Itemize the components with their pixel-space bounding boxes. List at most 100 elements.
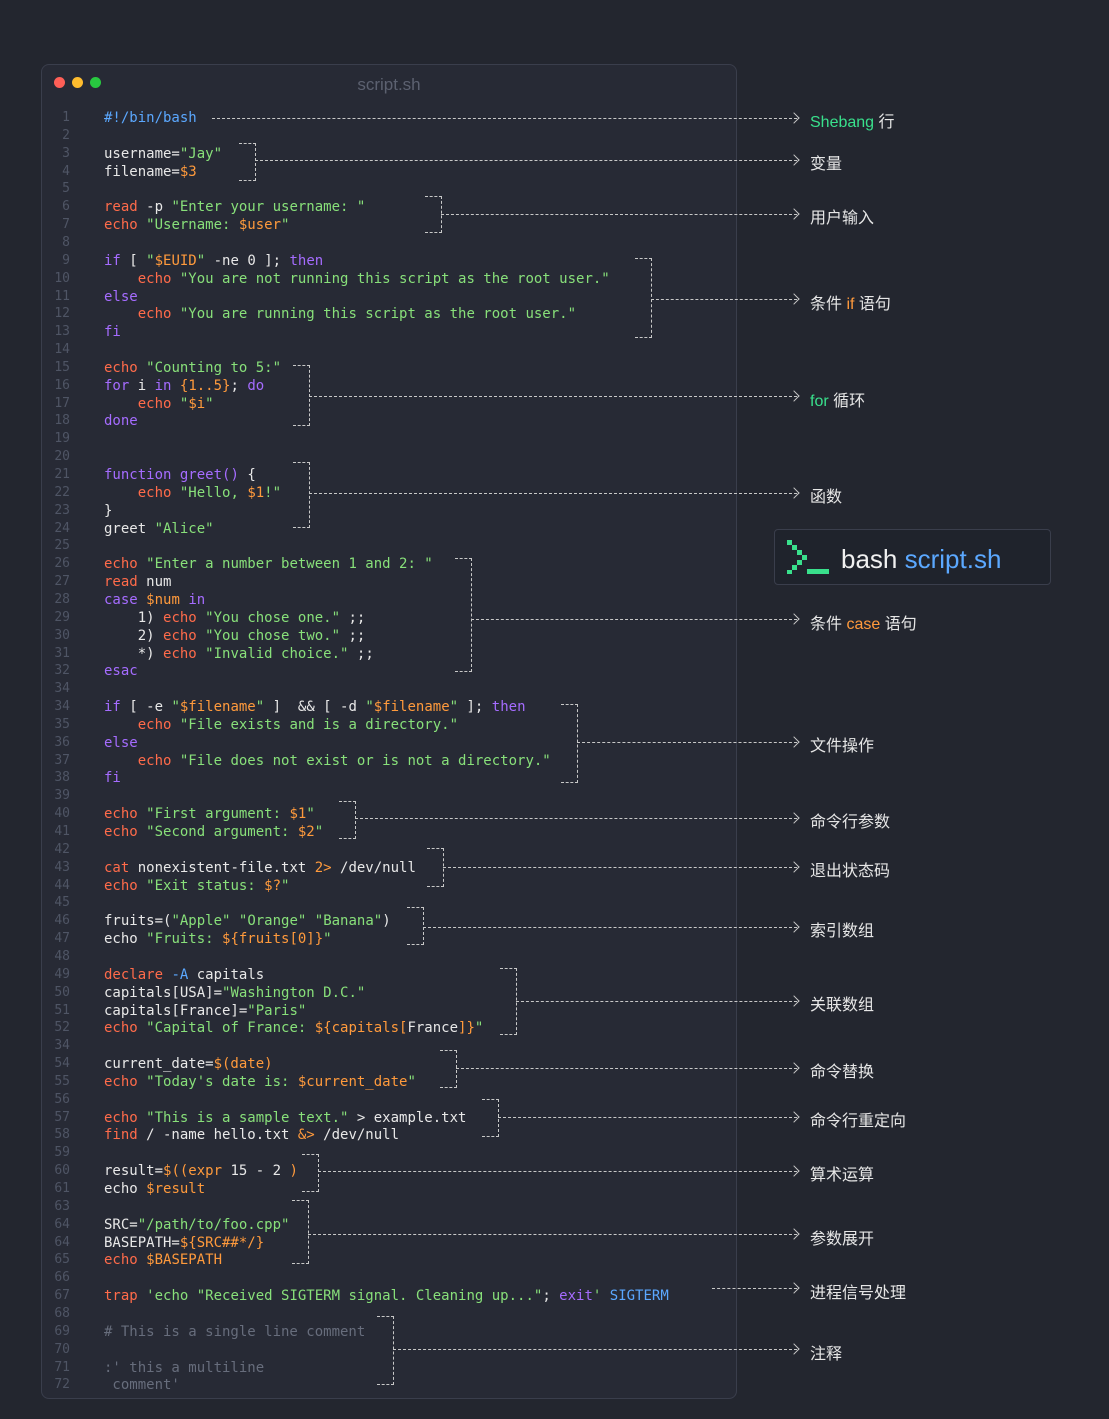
code-token: cat <box>104 859 130 876</box>
annotation-arrow <box>577 742 797 743</box>
line-number: 19 <box>54 431 70 447</box>
code-token: &> <box>297 1127 315 1144</box>
line-number: 50 <box>54 984 70 1000</box>
annotation-arrow <box>393 1349 797 1350</box>
line-number: 41 <box>54 824 70 839</box>
code-token: "File exists and is a directory." <box>179 716 459 733</box>
line-number: 48 <box>54 948 70 964</box>
bracket <box>377 1316 394 1385</box>
code-token: " <box>449 699 459 716</box>
code-token: $(date) <box>213 1056 273 1073</box>
annotation-label-part: Shebang <box>810 114 875 131</box>
line-number: 5 <box>62 181 70 197</box>
line-number: 22 <box>54 484 70 500</box>
code-line: filename=$3 <box>104 163 197 181</box>
code-line: result=$((expr 15 - 2 ) <box>104 1162 298 1180</box>
code-token: echo <box>104 824 138 840</box>
code-token: ; <box>542 1288 560 1305</box>
line-number: 37 <box>54 752 70 768</box>
code-token: $2 <box>297 824 315 840</box>
line-number: 1 <box>62 110 70 125</box>
code-token: ]} <box>458 1020 475 1037</box>
annotation-label: 索引数组 <box>810 917 874 941</box>
line-number: 27 <box>54 574 70 590</box>
code-token: find <box>104 1127 138 1144</box>
line-number: 36 <box>54 734 70 750</box>
code-token: $BASEPATH <box>146 1252 223 1269</box>
line-number: 40 <box>54 806 70 822</box>
code-token: { <box>238 467 256 483</box>
line-number: 16 <box>54 377 70 393</box>
line-number: 35 <box>54 716 70 732</box>
code-line: echo $result <box>104 1180 205 1198</box>
code-line: 1) echo "You chose one." ;; <box>104 609 366 627</box>
code-token: "Alice" <box>154 520 214 537</box>
annotation-label: 关联数组 <box>810 991 874 1015</box>
annotation-label-part: 命令行参数 <box>810 814 891 831</box>
code-line: current_date=$(date) <box>104 1055 273 1073</box>
code-token: "/path/to/foo.cpp" <box>137 1216 290 1233</box>
annotation-label-part: 参数展开 <box>810 1231 875 1248</box>
annotation-label-part: 语句 <box>854 296 891 313</box>
line-number: 64 <box>54 1216 70 1232</box>
code-token: "Paris" <box>247 1002 307 1019</box>
bracket <box>455 558 472 672</box>
line-number: 26 <box>54 556 70 572</box>
code-token: echo <box>104 931 147 948</box>
code-token: echo <box>137 752 172 769</box>
code-token: $user <box>238 217 282 234</box>
annotation-arrow <box>355 818 797 819</box>
code-token: echo <box>104 1073 138 1090</box>
annotation-label: 条件 case 语句 <box>810 610 917 634</box>
line-number: 13 <box>54 324 70 340</box>
code-line: esac <box>104 662 138 680</box>
annotation-label-part: 条件 <box>810 616 847 633</box>
line-number: 30 <box>54 627 70 643</box>
code-token: done <box>104 413 138 430</box>
line-number: 51 <box>54 1002 70 1018</box>
annotation-label-part: 进程信号处理 <box>810 1285 907 1302</box>
annotation-label: 命令行参数 <box>810 808 890 832</box>
line-number: 61 <box>54 1181 70 1196</box>
annotation-label: 条件 if 语句 <box>810 290 891 314</box>
annotation-arrow <box>712 1288 797 1289</box>
line-number: 60 <box>54 1163 70 1179</box>
line-number: 43 <box>54 859 70 875</box>
annotation-label-part: 命令替换 <box>810 1064 875 1081</box>
code-token: nonexistent-file.txt <box>129 859 315 876</box>
bash-command-badge: bash script.sh <box>774 529 1051 585</box>
terminal-prompt-icon <box>787 540 829 574</box>
code-token: 15 - 2 <box>222 1163 290 1180</box>
annotation-label-part: 文件操作 <box>810 738 875 755</box>
code-token: $? <box>264 877 282 894</box>
code-token: "This is a sample text." <box>146 1109 349 1126</box>
code-token: "Apple" <box>171 913 231 930</box>
code-token: ${SRC##*/} <box>179 1234 265 1251</box>
line-number: 71 <box>54 1359 70 1375</box>
annotation-arrow <box>308 1234 797 1235</box>
code-token: "Second argument: <box>146 824 298 840</box>
annotation-label: 进程信号处理 <box>810 1279 906 1303</box>
code-token: "Enter a number between 1 and 2: " <box>146 556 433 573</box>
code-token: greet <box>104 520 155 537</box>
code-token: $current_date <box>297 1073 408 1090</box>
code-token: "You are not running this script as the … <box>179 270 610 287</box>
code-line: echo "Today's date is: $current_date" <box>104 1073 416 1091</box>
annotation-label-part: 索引数组 <box>810 923 875 940</box>
line-number: 72 <box>54 1377 70 1393</box>
code-token: else <box>104 288 138 305</box>
code-token: echo <box>104 217 138 234</box>
line-number: 44 <box>54 877 70 893</box>
code-token: !" <box>264 484 282 501</box>
code-token: "Orange" <box>238 913 307 930</box>
line-number: 38 <box>54 770 70 786</box>
code-token: /dev/null <box>331 859 416 876</box>
code-line: echo "Enter a number between 1 and 2: " <box>104 555 433 573</box>
code-line: SRC="/path/to/foo.cpp" <box>104 1216 289 1234</box>
line-number: 24 <box>54 520 70 536</box>
code-token: 2> <box>314 859 332 876</box>
